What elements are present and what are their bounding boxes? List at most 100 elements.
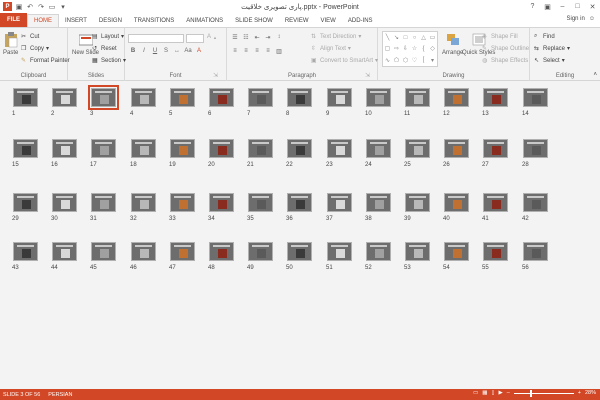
bracket-shape-icon[interactable]: [: [423, 57, 425, 63]
redo-icon[interactable]: ↷: [37, 3, 45, 11]
slide-thumbnail[interactable]: [248, 88, 273, 107]
shapes-gallery[interactable]: ╲ ↘ □ ○ △ ▭ ▢ ⇨ ⇩ ☆ { ◇ ∿ ⬠ ⬡ ♡ [ ▾: [382, 31, 438, 67]
slide-thumbnail[interactable]: [366, 193, 391, 212]
align-text-button[interactable]: ⇳ Align Text ▾: [311, 45, 351, 53]
sign-in-link[interactable]: Sign in: [567, 16, 585, 22]
section-button[interactable]: ▦ Section ▾: [92, 57, 126, 65]
zoom-in-icon[interactable]: +: [578, 390, 581, 396]
slide-thumbnail[interactable]: [287, 88, 312, 107]
down-arrow-shape-icon[interactable]: ⇩: [403, 45, 408, 52]
font-name-combobox[interactable]: [128, 34, 184, 43]
text-direction-button[interactable]: ⇅ Text Direction ▾: [311, 33, 361, 41]
tab-design[interactable]: DESIGN: [93, 14, 128, 27]
slideshow-view-icon[interactable]: ▶: [498, 390, 502, 396]
numbering-icon[interactable]: ☷: [242, 34, 250, 41]
slide-thumbnail[interactable]: [483, 193, 508, 212]
slide-sorter-view-icon[interactable]: ▦: [482, 390, 487, 396]
slide-thumbnail[interactable]: [483, 242, 508, 261]
star-shape-icon[interactable]: ☆: [412, 45, 417, 52]
slide-thumbnail[interactable]: [483, 139, 508, 158]
font-size-combobox[interactable]: [186, 34, 204, 43]
collapse-ribbon-icon[interactable]: ˄: [593, 72, 597, 78]
slide-thumbnail[interactable]: [209, 193, 234, 212]
shape-outline-button[interactable]: ✎ Shape Outline: [482, 45, 529, 53]
slide-thumbnail[interactable]: [13, 242, 38, 261]
hexagon-shape-icon[interactable]: ⬡: [403, 57, 408, 64]
slide-thumbnail[interactable]: [327, 88, 352, 107]
slide-thumbnail[interactable]: [327, 139, 352, 158]
slide-thumbnail[interactable]: [444, 242, 469, 261]
brace-shape-icon[interactable]: {: [422, 46, 424, 52]
tab-animations[interactable]: ANIMATIONS: [180, 14, 229, 27]
bold-icon[interactable]: B: [129, 48, 137, 54]
font-color-icon[interactable]: A: [195, 48, 203, 54]
grow-font-button[interactable]: A ▲: [207, 34, 217, 40]
close-icon[interactable]: ✕: [585, 0, 600, 13]
slide-thumbnail[interactable]: [13, 88, 38, 107]
slide-thumbnail[interactable]: [248, 139, 273, 158]
slide-thumbnail[interactable]: [248, 193, 273, 212]
change-case-icon[interactable]: Aa: [184, 48, 192, 54]
user-icon[interactable]: ☺: [589, 16, 595, 22]
slide-thumbnail[interactable]: [523, 88, 548, 107]
rounded-rect-shape-icon[interactable]: ▢: [385, 45, 391, 52]
rectangle-shape-icon[interactable]: □: [404, 35, 408, 41]
slide-thumbnail[interactable]: [287, 193, 312, 212]
slide-thumbnail[interactable]: [91, 242, 116, 261]
slide-thumbnail[interactable]: [131, 242, 156, 261]
slide-thumbnail[interactable]: [91, 139, 116, 158]
slide-thumbnail[interactable]: [170, 193, 195, 212]
slide-thumbnail[interactable]: [327, 242, 352, 261]
slide-thumbnail[interactable]: [327, 193, 352, 212]
paste-button[interactable]: Paste: [3, 32, 18, 56]
justify-icon[interactable]: ≡: [264, 48, 272, 55]
help-icon[interactable]: ?: [525, 0, 540, 13]
convert-smartart-button[interactable]: ▣ Convert to SmartArt ▾: [311, 57, 378, 65]
slide-thumbnail[interactable]: [405, 139, 430, 158]
slide-thumbnail[interactable]: [52, 242, 77, 261]
maximize-icon[interactable]: □: [570, 0, 585, 13]
slide-thumbnail[interactable]: [88, 85, 119, 110]
slide-thumbnail[interactable]: [483, 88, 508, 107]
slide-thumbnail[interactable]: [209, 242, 234, 261]
slide-thumbnail[interactable]: [287, 242, 312, 261]
zoom-out-icon[interactable]: –: [507, 390, 510, 396]
shape-fill-button[interactable]: ◈ Shape Fill: [482, 33, 518, 41]
slide-thumbnail[interactable]: [13, 139, 38, 158]
slide-thumbnail[interactable]: [444, 139, 469, 158]
copy-button[interactable]: ❐ Copy ▾: [21, 45, 49, 53]
slide-thumbnail[interactable]: [523, 242, 548, 261]
customize-qat-icon[interactable]: ▾: [59, 3, 67, 11]
textbox-shape-icon[interactable]: ▭: [430, 34, 436, 41]
tab-slide-show[interactable]: SLIDE SHOW: [229, 14, 279, 27]
slide-thumbnail[interactable]: [209, 88, 234, 107]
columns-icon[interactable]: ▥: [275, 48, 283, 55]
zoom-level[interactable]: 28%: [585, 390, 596, 396]
reading-view-icon[interactable]: ▯: [491, 390, 494, 396]
bullets-icon[interactable]: ☰: [231, 34, 239, 41]
curve-shape-icon[interactable]: ∿: [385, 57, 390, 64]
tab-file[interactable]: FILE: [0, 13, 27, 27]
triangle-shape-icon[interactable]: △: [421, 34, 426, 41]
ribbon-display-icon[interactable]: ▣: [540, 0, 555, 13]
slide-thumbnail[interactable]: [91, 193, 116, 212]
line-spacing-icon[interactable]: ↕: [275, 34, 283, 41]
cut-button[interactable]: ✂ Cut: [21, 33, 39, 41]
slide-thumbnail[interactable]: [366, 242, 391, 261]
slide-thumbnail[interactable]: [444, 193, 469, 212]
shape-effects-button[interactable]: ◍ Shape Effects: [482, 57, 528, 65]
pentagon-shape-icon[interactable]: ⬠: [394, 57, 399, 64]
slide-thumbnail[interactable]: [405, 88, 430, 107]
italic-icon[interactable]: I: [140, 48, 148, 54]
zoom-slider-thumb[interactable]: [529, 389, 532, 397]
right-arrow-shape-icon[interactable]: ⇨: [394, 45, 399, 52]
tab-home[interactable]: HOME: [27, 14, 59, 27]
slide-thumbnail[interactable]: [131, 139, 156, 158]
line-shape-icon[interactable]: ╲: [386, 34, 390, 41]
layout-button[interactable]: ▤ Layout ▾: [92, 33, 124, 41]
char-spacing-icon[interactable]: ↔: [173, 48, 181, 54]
reset-button[interactable]: ↺ Reset: [92, 45, 117, 53]
tab-view[interactable]: VIEW: [315, 14, 342, 27]
zoom-slider[interactable]: [513, 389, 574, 397]
slide-thumbnail[interactable]: [287, 139, 312, 158]
